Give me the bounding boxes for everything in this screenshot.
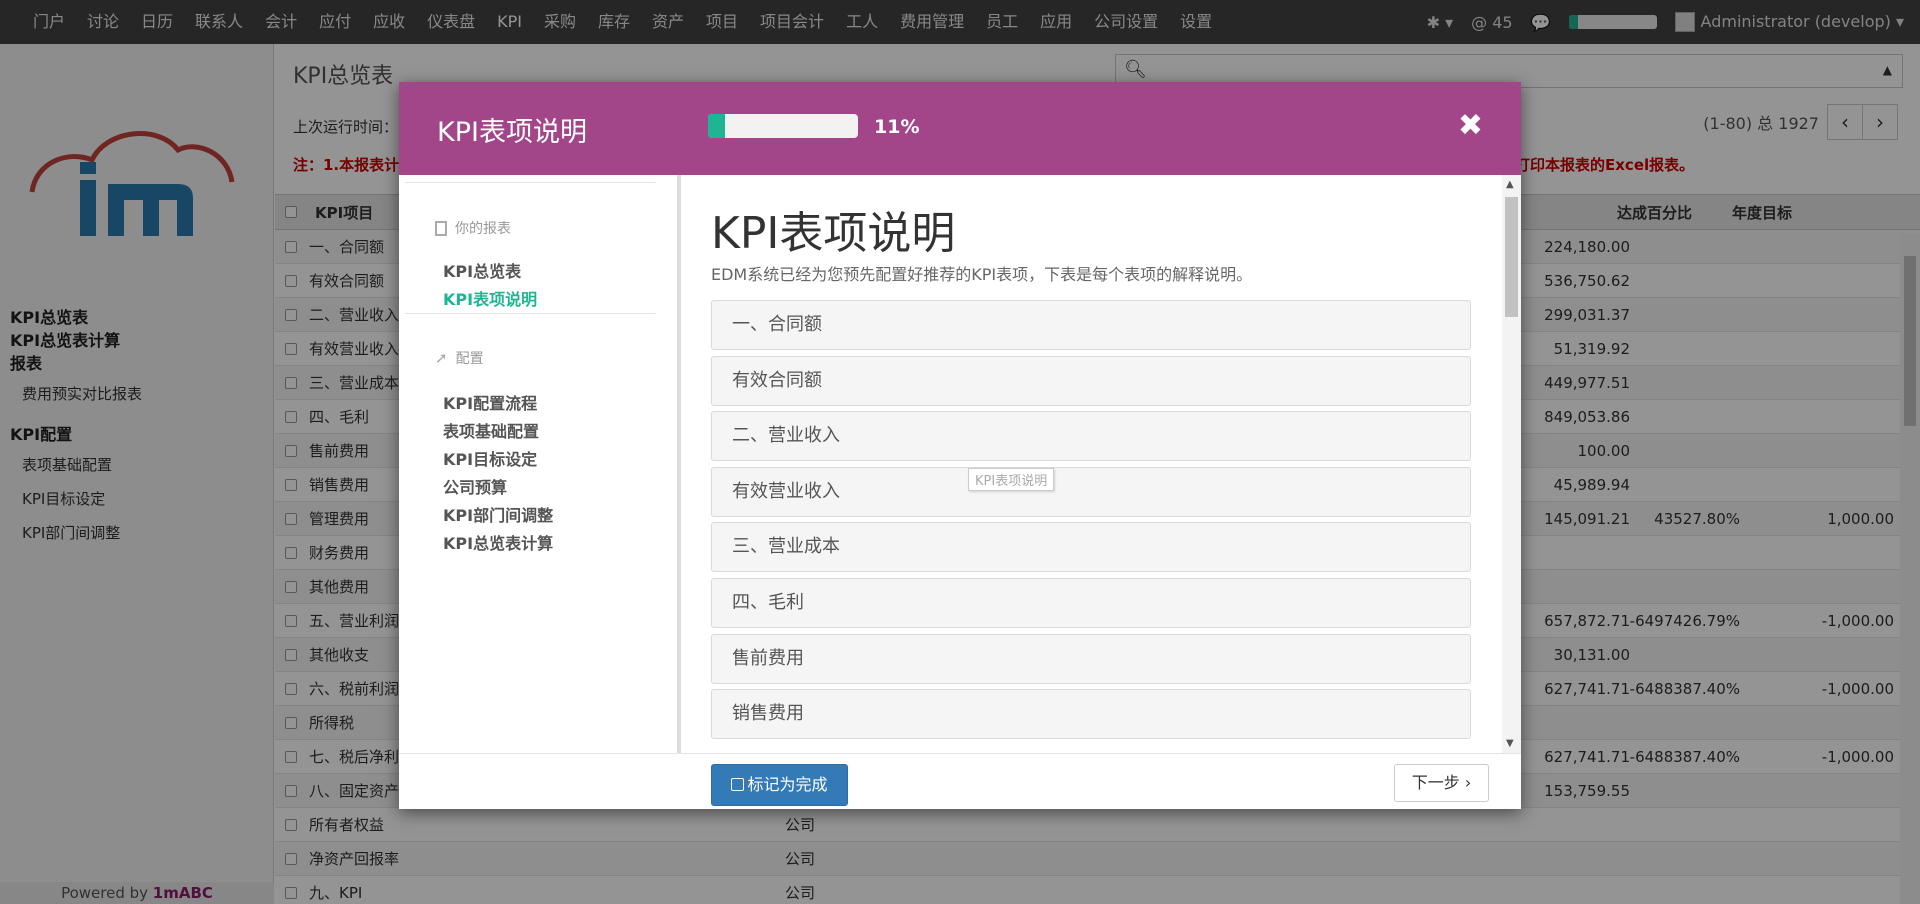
divider (405, 182, 655, 183)
kpi-explain-panel[interactable]: 二、营业收入 (711, 411, 1471, 462)
tour-nav: 你的报表 KPI总览表 KPI表项说明 ➚ 配置 KPI配置流程 表项基础配置 KP… (399, 175, 681, 753)
kpi-explain-panel[interactable]: 四、毛利 (711, 578, 1471, 628)
modal-header: KPI表项说明 11% ✖ (399, 82, 1521, 175)
nav-section-config: ➚ 配置 (435, 348, 484, 368)
kpi-explain-panel[interactable]: 三、营业成本 (711, 522, 1471, 573)
kpi-explain-panel[interactable]: 一、合同额 (711, 300, 1471, 350)
modal-footer: 标记为完成 下一步 › (399, 753, 1521, 809)
modal-progress-bar (708, 114, 858, 138)
checkbox-icon (731, 778, 745, 791)
kpi-explain-panel[interactable]: 售前费用 (711, 633, 1471, 684)
nav-item-config[interactable]: 公司预算 (443, 474, 507, 498)
mark-done-button[interactable]: 标记为完成 (711, 764, 848, 806)
kpi-explain-panel[interactable]: 有效合同额 (711, 355, 1471, 406)
content-scrollbar[interactable]: ▲ ▼ (1502, 175, 1521, 753)
modal-progress-label: 11% (874, 116, 920, 138)
mark-done-label: 标记为完成 (747, 775, 828, 794)
nav-item-config[interactable]: KPI配置流程 (443, 390, 537, 414)
nav-section-reports-label: 你的报表 (455, 221, 511, 237)
kpi-explain-panel[interactable]: 销售费用 (711, 689, 1471, 740)
content-description: EDM系统已经为您预先配置好推荐的KPI表项，下表是每个表项的解释说明。 (711, 265, 1253, 284)
next-step-button[interactable]: 下一步 › (1394, 764, 1489, 802)
nav-item-config[interactable]: KPI目标设定 (443, 446, 537, 470)
scroll-up-icon[interactable]: ▲ (1506, 179, 1514, 190)
report-icon (435, 220, 447, 236)
tour-modal: KPI表项说明 11% ✖ 你的报表 KPI总览表 KPI表项说明 ➚ 配置 K… (399, 82, 1521, 809)
close-icon[interactable]: ✖ (1458, 108, 1483, 143)
nav-item-config[interactable]: KPI部门间调整 (443, 502, 553, 526)
nav-item-kpi-explain[interactable]: KPI表项说明 (443, 286, 537, 310)
nav-item-config[interactable]: 表项基础配置 (443, 418, 539, 442)
nav-section-reports: 你的报表 (435, 218, 511, 238)
content-title: KPI表项说明 (711, 208, 956, 259)
kpi-explain-panel[interactable]: 有效营业收入 (711, 466, 1471, 517)
divider (405, 313, 655, 314)
nav-item-kpi-overview[interactable]: KPI总览表 (443, 258, 521, 282)
content-scrollbar-thumb[interactable] (1505, 197, 1518, 317)
nav-item-config[interactable]: KPI总览表计算 (443, 530, 553, 554)
rocket-icon: ➚ (435, 349, 448, 367)
next-step-label: 下一步 (1411, 773, 1460, 792)
scroll-down-icon[interactable]: ▼ (1506, 738, 1514, 749)
tour-content: KPI表项说明 EDM系统已经为您预先配置好推荐的KPI表项，下表是每个表项的解… (685, 175, 1507, 753)
nav-section-config-label: 配置 (455, 351, 484, 367)
tooltip: KPI表项说明 (968, 468, 1055, 491)
modal-title: KPI表项说明 (437, 117, 587, 148)
